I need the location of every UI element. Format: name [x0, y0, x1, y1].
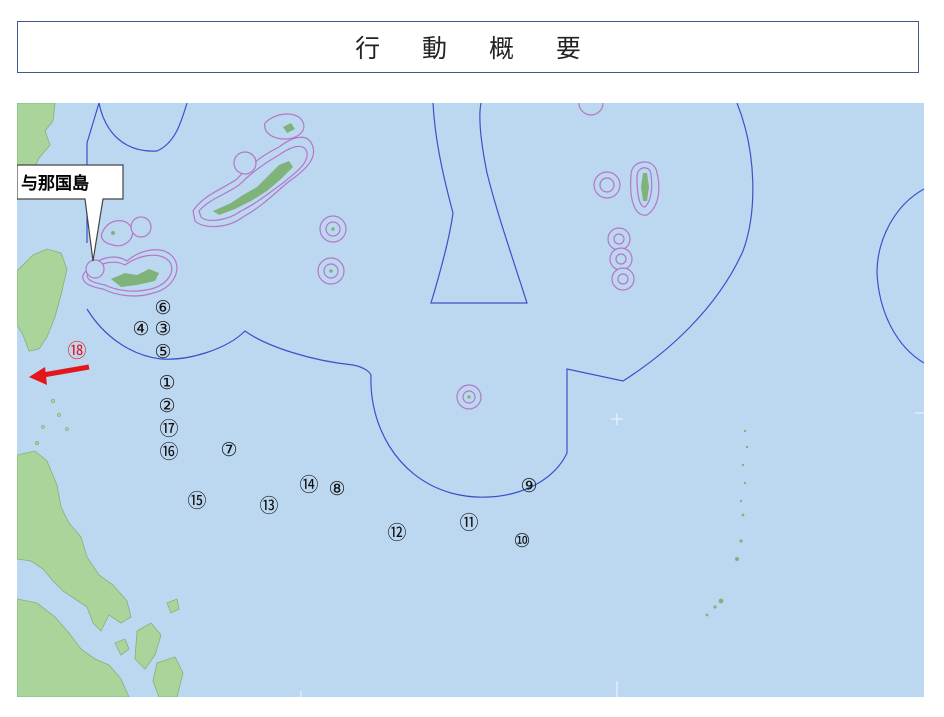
land-islet	[57, 413, 61, 417]
marker-14: ⑭	[299, 474, 318, 496]
marker-11: ⑪	[459, 512, 478, 534]
marker-7: ⑦	[220, 439, 237, 461]
marker-10: ⑩	[513, 530, 530, 552]
marker-5: ⑤	[154, 341, 171, 363]
marker-9: ⑨	[520, 475, 537, 497]
marker-17: ⑰	[159, 418, 178, 440]
marker-8: ⑧	[328, 478, 345, 500]
land-islet	[34, 440, 39, 445]
map[interactable]: 与那国島 ①② ③④⑤ ⑥ ⑦ ⑧ ⑨ ⑩ ⑪ ⑫ ⑬⑭ ⑮ ⑯⑰ ⑱	[17, 103, 924, 697]
marker-18: ⑱	[67, 340, 86, 362]
marker-6: ⑥	[154, 297, 171, 319]
callout-label: 与那国島	[21, 173, 89, 194]
marker-15: ⑮	[187, 490, 206, 512]
marker-13: ⑬	[259, 495, 278, 517]
marker-1: ①	[158, 372, 175, 394]
marker-2: ②	[158, 395, 175, 417]
land-islet	[41, 425, 45, 429]
land-islet	[50, 398, 56, 404]
page-title: 行 動 概 要	[355, 34, 598, 63]
marker-3: ③	[154, 318, 171, 340]
land-islet	[65, 427, 69, 431]
marker-4: ④	[132, 318, 149, 340]
marker-12: ⑫	[387, 522, 406, 544]
title-box: 行 動 概 要	[17, 21, 919, 73]
marker-16: ⑯	[159, 441, 178, 463]
